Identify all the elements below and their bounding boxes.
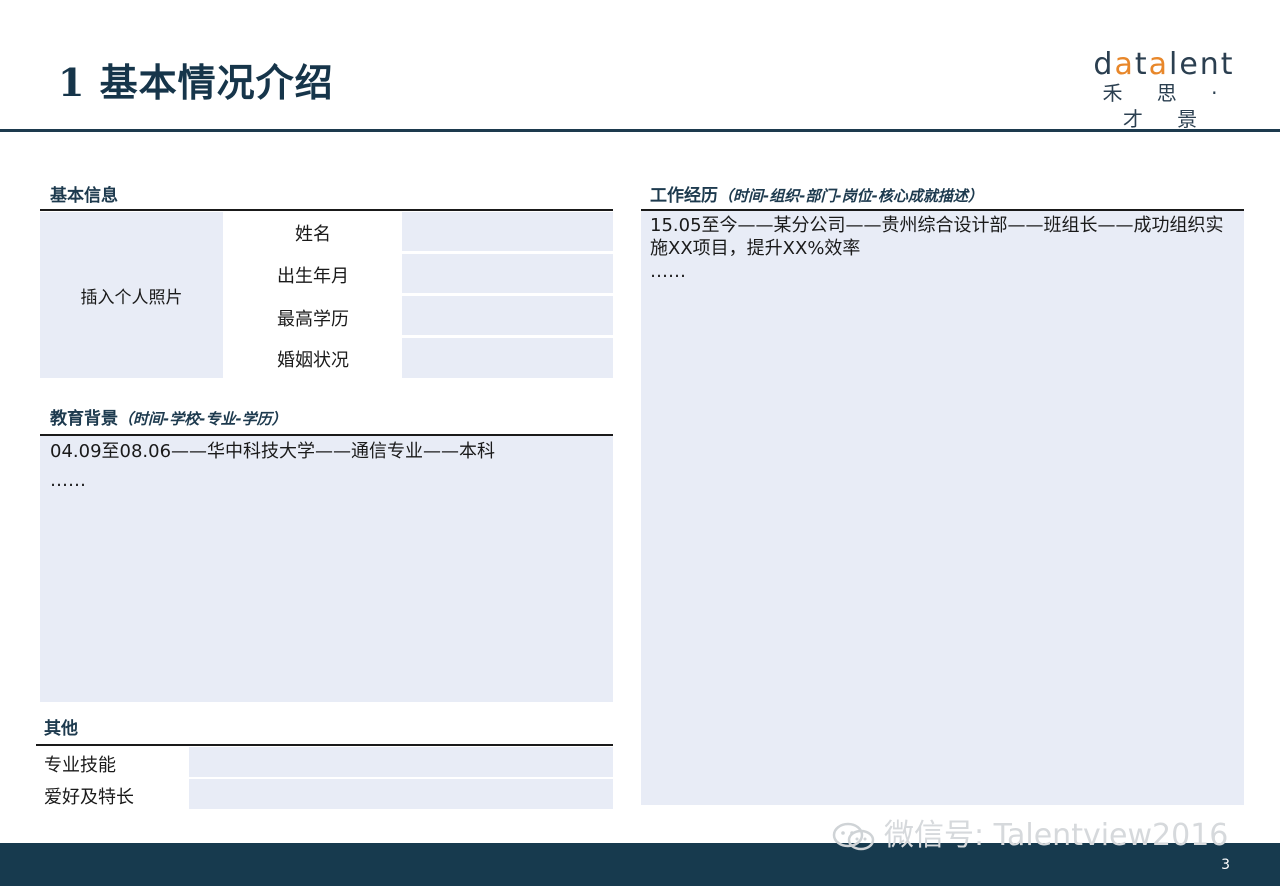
- birth-date-field[interactable]: [402, 254, 613, 293]
- marital-status-field[interactable]: [402, 338, 613, 378]
- skills-field[interactable]: [189, 747, 613, 777]
- wechat-text: 微信号: Talentview2016: [884, 818, 1229, 853]
- photo-placeholder-label: 插入个人照片: [80, 287, 183, 308]
- work-entry-line2: 施XX项目，提升XX%效率: [650, 238, 861, 259]
- logo-wordmark: datalent: [1093, 47, 1235, 82]
- basic-info-rule: [40, 209, 613, 211]
- education-panel[interactable]: 04.09至08.06——华中科技大学——通信专业——本科 ……: [40, 436, 613, 702]
- name-field[interactable]: [402, 212, 613, 251]
- others-heading: 其他: [44, 719, 78, 739]
- logo-chinese: 禾 思 · 才 景: [1102, 81, 1232, 131]
- work-ellipsis: ……: [650, 261, 686, 282]
- photo-placeholder[interactable]: 插入个人照片: [40, 212, 223, 378]
- work-panel[interactable]: 15.05至今——某分公司——贵州综合设计部——班组长——成功组织实 施XX项目…: [641, 211, 1244, 805]
- hobbies-label: 爱好及特长: [44, 787, 134, 808]
- company-logo: datalent 禾 思 · 才 景: [1078, 50, 1250, 132]
- education-heading: 教育背景（时间-学校-专业-学历）: [50, 409, 287, 429]
- header-divider: [0, 129, 1280, 132]
- work-heading: 工作经历（时间-组织-部门-岗位-核心成就描述）: [650, 186, 983, 206]
- page-number: 3: [1221, 857, 1230, 873]
- skills-label: 专业技能: [44, 755, 116, 776]
- page-title: 1 基本情况介绍: [58, 60, 334, 105]
- birth-date-label: 出生年月: [277, 266, 349, 287]
- work-entry-line1: 15.05至今——某分公司——贵州综合设计部——班组长——成功组织实: [650, 215, 1224, 236]
- basic-info-heading: 基本信息: [50, 186, 118, 206]
- name-label: 姓名: [295, 224, 331, 245]
- education-ellipsis: ……: [50, 470, 86, 491]
- education-entry: 04.09至08.06——华中科技大学——通信专业——本科: [50, 441, 496, 462]
- education-subheading: （时间-学校-专业-学历）: [118, 410, 287, 428]
- marital-status-label: 婚姻状况: [277, 350, 349, 371]
- wechat-icon: [832, 822, 876, 852]
- education-level-field[interactable]: [402, 296, 613, 335]
- hobbies-field[interactable]: [189, 779, 613, 809]
- wechat-watermark: 微信号: Talentview2016: [832, 810, 1228, 854]
- work-subheading: （时间-组织-部门-岗位-核心成就描述）: [718, 187, 983, 205]
- education-level-label: 最高学历: [277, 309, 349, 330]
- others-rule: [36, 744, 613, 746]
